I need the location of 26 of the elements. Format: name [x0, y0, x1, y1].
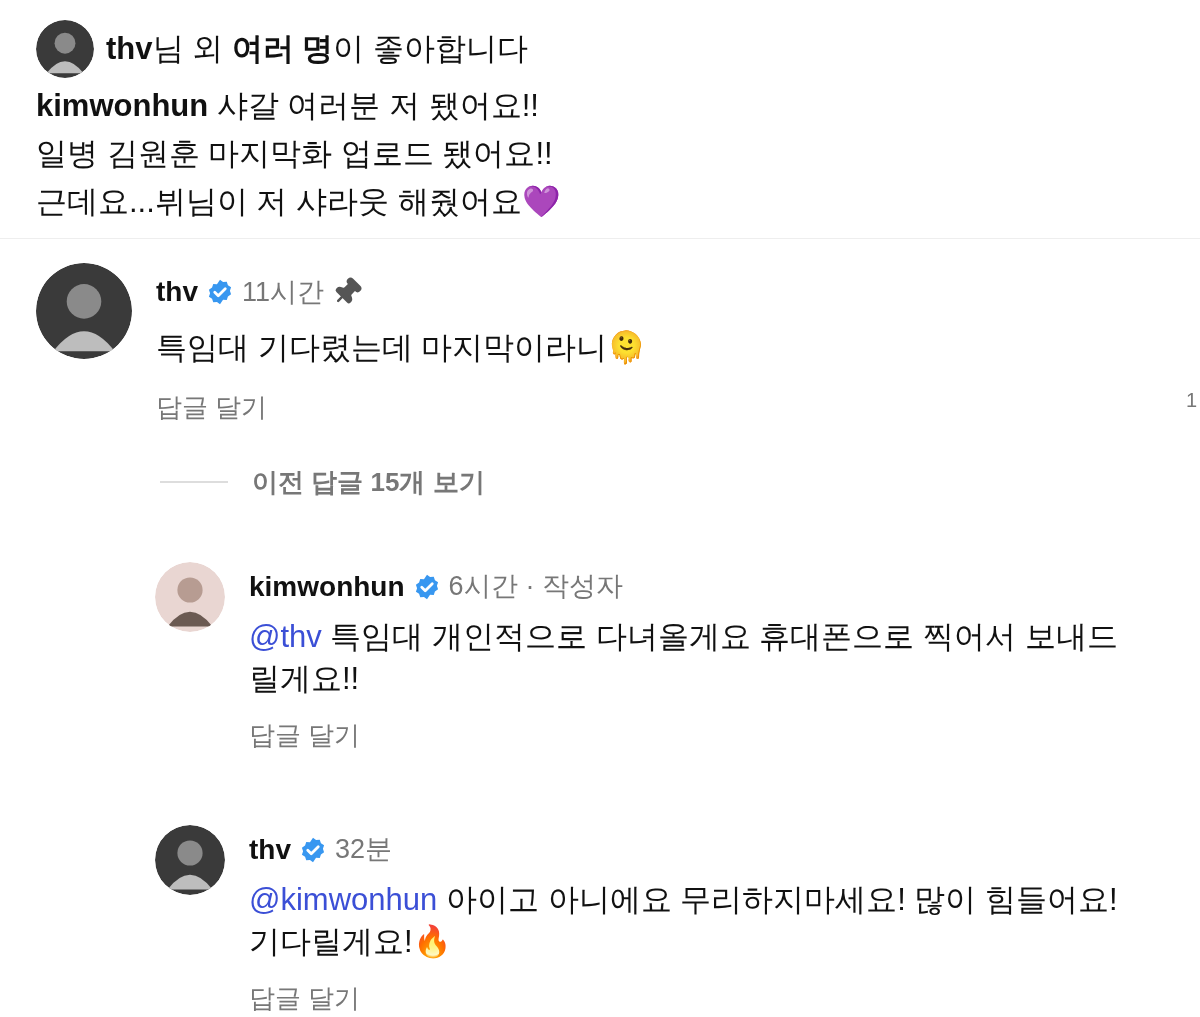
like-count: 1	[1186, 388, 1199, 413]
caption-author[interactable]: kimwonhun	[36, 88, 209, 123]
timestamp: 6시간	[448, 570, 518, 604]
username[interactable]: thv	[249, 828, 291, 871]
verified-badge-icon	[206, 278, 234, 306]
username[interactable]: kimwonhun	[249, 565, 405, 608]
avatar[interactable]	[155, 561, 225, 632]
reply-link[interactable]: 답글 달기	[249, 715, 1140, 755]
avatar[interactable]	[36, 20, 94, 78]
timestamp: 11시간	[242, 275, 325, 309]
likes-summary: thv님 외 여러 명이 좋아합니다	[106, 29, 528, 68]
caption-text: kimwonhun 샤갈 여러분 저 됐어요!! 일병 김원훈 마지막화 업로드 됐어요!! 근데요...뷔님이 저 샤라웃 해줬어요💜	[36, 87, 562, 221]
comment-text: 특임대 기다렸는데 마지막이라니🫠	[156, 329, 648, 367]
view-replies-link[interactable]: 이전 답글 15개 보기	[252, 462, 485, 502]
mention-link[interactable]: @thv	[249, 618, 322, 654]
author-tag: · 작성자	[525, 566, 624, 607]
reply-text: @thv 특임대 개인적으로 다녀올게요 휴대폰으로 찍어서 보내드릴게요!!	[249, 617, 1119, 698]
verified-badge-icon	[299, 835, 327, 864]
mention-link[interactable]: @kimwonhun	[249, 881, 438, 917]
reply-link[interactable]: 답글 달기	[156, 387, 1186, 427]
reply-link[interactable]: 답글 달기	[249, 978, 1140, 1017]
avatar[interactable]	[36, 263, 132, 359]
username[interactable]: thv	[156, 271, 198, 313]
avatar[interactable]	[155, 824, 225, 895]
timestamp: 32분	[335, 833, 393, 867]
reply-text: @kimwonhun 아이고 아니에요 무리하지마세요! 많이 힘들어요! 기다릴게요!🔥	[249, 880, 1119, 961]
